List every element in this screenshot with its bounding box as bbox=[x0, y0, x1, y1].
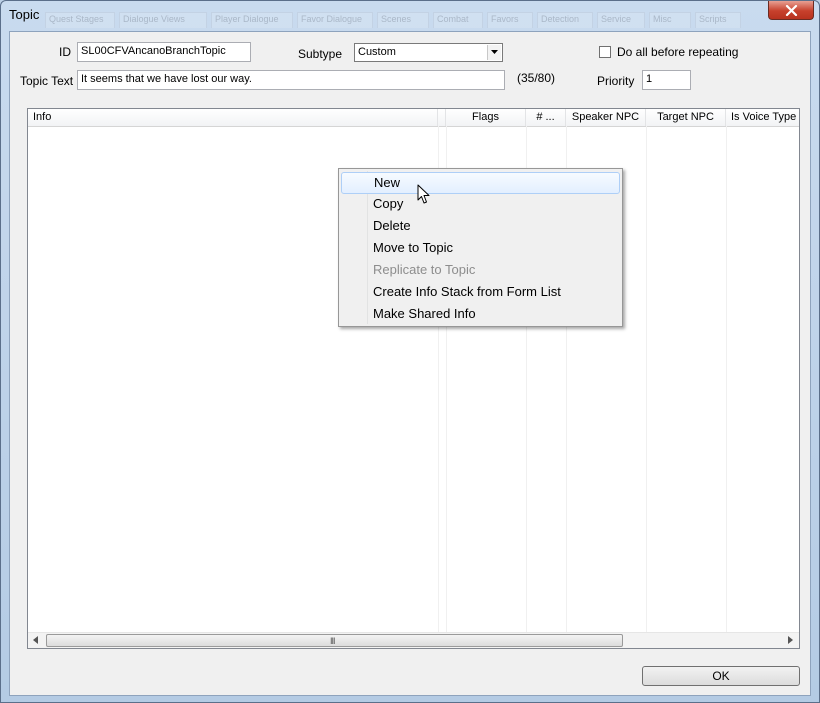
do-all-checkbox[interactable] bbox=[599, 46, 611, 58]
window-title: Topic bbox=[9, 7, 40, 22]
column-header-target-npc[interactable]: Target NPC bbox=[646, 109, 726, 126]
scroll-right-icon[interactable] bbox=[788, 636, 793, 644]
char-count: (35/80) bbox=[517, 71, 556, 85]
menu-item-replicate-to-topic: Replicate to Topic bbox=[373, 262, 476, 277]
background-tab: Detection bbox=[537, 12, 593, 28]
menu-item-delete[interactable]: Delete bbox=[341, 215, 620, 237]
background-tab: Misc bbox=[649, 12, 691, 28]
menu-item-move-to-topic[interactable]: Move to Topic bbox=[341, 237, 620, 259]
scroll-left-icon[interactable] bbox=[33, 636, 38, 644]
column-header-info[interactable]: Info bbox=[28, 109, 438, 126]
column-header-speaker-npc[interactable]: Speaker NPC bbox=[566, 109, 646, 126]
background-tab: Scripts bbox=[695, 12, 741, 28]
background-tab: Quest Stages bbox=[45, 12, 115, 28]
background-tab: Favor Dialogue bbox=[297, 12, 373, 28]
column-divider bbox=[646, 126, 647, 632]
dropdown-button[interactable] bbox=[487, 45, 501, 60]
background-tab: Favors bbox=[487, 12, 533, 28]
priority-label: Priority bbox=[597, 74, 635, 88]
topic-text-field[interactable]: It seems that we have lost our way. bbox=[77, 70, 505, 90]
close-button[interactable] bbox=[768, 1, 814, 20]
mouse-pointer-icon bbox=[417, 184, 430, 204]
chevron-down-icon bbox=[491, 50, 498, 54]
dialog-client-area: ID SL00CFVAncanoBranchTopic Subtype Cust… bbox=[9, 31, 811, 696]
id-label: ID bbox=[59, 45, 71, 59]
background-tab: Dialogue Views bbox=[119, 12, 207, 28]
subtype-dropdown[interactable]: Custom bbox=[354, 43, 503, 62]
column-header-is-voice-type[interactable]: Is Voice Type bbox=[726, 109, 799, 126]
column-divider bbox=[726, 126, 727, 632]
menu-item-make-shared-info[interactable]: Make Shared Info bbox=[341, 303, 620, 325]
ok-button[interactable]: OK bbox=[642, 666, 800, 686]
background-tab: Player Dialogue bbox=[211, 12, 293, 28]
context-menu: New Copy Delete Move to Topic Replicate … bbox=[338, 168, 623, 327]
do-all-label: Do all before repeating bbox=[617, 45, 739, 59]
priority-field[interactable]: 1 bbox=[642, 70, 691, 90]
scrollbar-thumb[interactable]: III bbox=[46, 634, 623, 647]
subtype-value: Custom bbox=[358, 46, 396, 58]
background-tab: Combat bbox=[433, 12, 483, 28]
menu-item-create-info-stack[interactable]: Create Info Stack from Form List bbox=[341, 281, 620, 303]
column-splitter[interactable] bbox=[438, 109, 446, 126]
background-tab: Service bbox=[597, 12, 645, 28]
column-header-count[interactable]: # ... bbox=[526, 109, 566, 126]
background-tab: Scenes bbox=[377, 12, 429, 28]
topic-window: Topic Quest Stages Dialogue Views Player… bbox=[0, 0, 820, 703]
horizontal-scrollbar[interactable]: III bbox=[28, 632, 799, 648]
topic-text-label: Topic Text bbox=[20, 74, 74, 88]
background-tab-strip: Quest Stages Dialogue Views Player Dialo… bbox=[45, 12, 745, 28]
id-field[interactable]: SL00CFVAncanoBranchTopic bbox=[77, 42, 251, 62]
menu-item-copy[interactable]: Copy bbox=[341, 193, 620, 215]
grip-icon: III bbox=[330, 636, 335, 646]
menu-item-new[interactable]: New bbox=[341, 172, 620, 194]
info-list-header: Info Flags # ... Speaker NPC Target NPC … bbox=[28, 109, 799, 127]
close-icon bbox=[785, 5, 798, 16]
subtype-label: Subtype bbox=[298, 47, 343, 61]
column-header-flags[interactable]: Flags bbox=[446, 109, 526, 126]
